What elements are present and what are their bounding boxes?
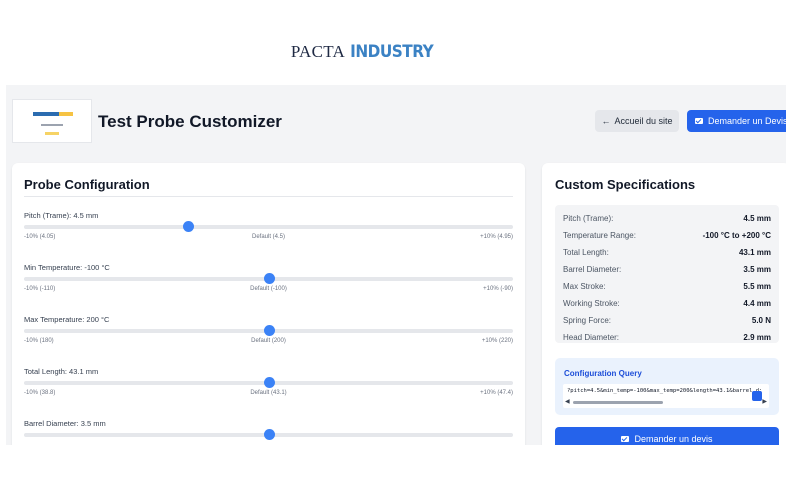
envelope-icon — [695, 118, 703, 124]
home-button-label: Accueil du site — [614, 116, 673, 126]
home-button[interactable]: ← Accueil du site — [595, 110, 679, 132]
param-label: Barrel Diameter: 3.5 mm — [24, 419, 106, 428]
probe-configuration-card: Probe Configuration Pitch (Trame): 4.5 m… — [12, 163, 525, 445]
query-text-box[interactable]: ?pitch=4.5&min_temp=-100&max_temp=200&le… — [563, 384, 769, 408]
brand-name-part1: PACTA — [290, 42, 346, 61]
arrow-left-icon: ← — [601, 116, 611, 126]
quote-button-main-label: Demander un devis — [634, 434, 713, 444]
spec-row: Barrel Diameter: 3.5 mm — [563, 265, 771, 274]
spec-row: Temperature Range: -100 °C to +200 °C — [563, 231, 771, 240]
slider-thumb[interactable] — [263, 429, 275, 440]
scroll-right-icon[interactable]: ▶ — [762, 398, 767, 405]
slider-default-label: Default (200) — [251, 338, 286, 344]
query-title: Configuration Query — [564, 369, 642, 378]
page-title: Test Probe Customizer — [98, 112, 282, 131]
slider-max-label: +10% (-90) — [483, 286, 513, 292]
slider-thumb[interactable] — [263, 325, 275, 336]
spec-row: Max Stroke: 5.5 mm — [563, 282, 771, 291]
brand-name-part2: INDUSTRY — [350, 42, 434, 62]
app-frame: Test Probe Customizer ← Accueil du site … — [6, 85, 786, 445]
slider-max-label: +10% (220) — [481, 338, 513, 344]
slider-track[interactable] — [24, 225, 513, 229]
config-title: Probe Configuration — [24, 177, 150, 192]
slider-max-label: +10% (4.95) — [480, 234, 513, 240]
param-label: Pitch (Trame): 4.5 mm — [24, 211, 99, 220]
quote-button-main[interactable]: Demander un devis — [555, 427, 779, 445]
slider-default-label: Default (4.5) — [251, 234, 285, 240]
param-label: Min Temperature: -100 °C — [24, 263, 110, 272]
horizontal-scrollbar[interactable] — [573, 401, 663, 404]
slider-max-label: +10% (47.4) — [480, 390, 513, 396]
spec-row: Total Length: 43.1 mm — [563, 248, 771, 257]
param-max-temperature: Max Temperature: 200 °C -10% (180) Defau… — [24, 315, 513, 344]
scroll-left-icon[interactable]: ◀ — [565, 398, 570, 405]
quote-button-label: Demander un Devis — [708, 116, 786, 126]
quote-button-header[interactable]: Demander un Devis — [687, 110, 786, 132]
param-label: Max Temperature: 200 °C — [24, 315, 110, 324]
brand-logo: PACTA INDUSTRY — [0, 42, 724, 62]
envelope-icon — [621, 436, 630, 442]
specs-title: Custom Specifications — [555, 177, 696, 192]
spec-row: Pitch (Trame): 4.5 mm — [563, 214, 771, 223]
configuration-query-panel: Configuration Query ?pitch=4.5&min_temp=… — [555, 358, 779, 415]
spec-row: Spring Force: 5.0 N — [563, 316, 771, 325]
specs-table: Pitch (Trame): 4.5 mm Temperature Range: -… — [555, 205, 779, 343]
query-text: ?pitch=4.5&min_temp=-100&max_temp=200&le… — [567, 388, 763, 394]
divider — [24, 196, 513, 197]
product-thumbnail — [12, 99, 92, 143]
slider-thumb[interactable] — [263, 377, 275, 388]
slider-default-label: Default (-100) — [250, 286, 287, 292]
spec-row: Working Stroke: 4.4 mm — [563, 299, 771, 308]
slider-thumb[interactable] — [263, 273, 275, 284]
custom-specifications-card: Custom Specifications Pitch (Trame): 4.5 … — [542, 163, 786, 445]
slider-thumb[interactable] — [183, 221, 195, 232]
param-label: Total Length: 43.1 mm — [24, 367, 99, 376]
param-total-length: Total Length: 43.1 mm -10% (38.8) Defaul… — [24, 367, 513, 396]
copy-icon[interactable] — [752, 391, 762, 401]
param-min-temperature: Min Temperature: -100 °C -10% (-110) Def… — [24, 263, 513, 292]
slider-default-label: Default (43.1) — [250, 390, 287, 396]
param-barrel-diameter: Barrel Diameter: 3.5 mm — [24, 419, 513, 440]
spec-row: Head Diameter: 2.9 mm — [563, 333, 771, 342]
param-pitch: Pitch (Trame): 4.5 mm -10% (4.05) Defaul… — [24, 211, 513, 240]
